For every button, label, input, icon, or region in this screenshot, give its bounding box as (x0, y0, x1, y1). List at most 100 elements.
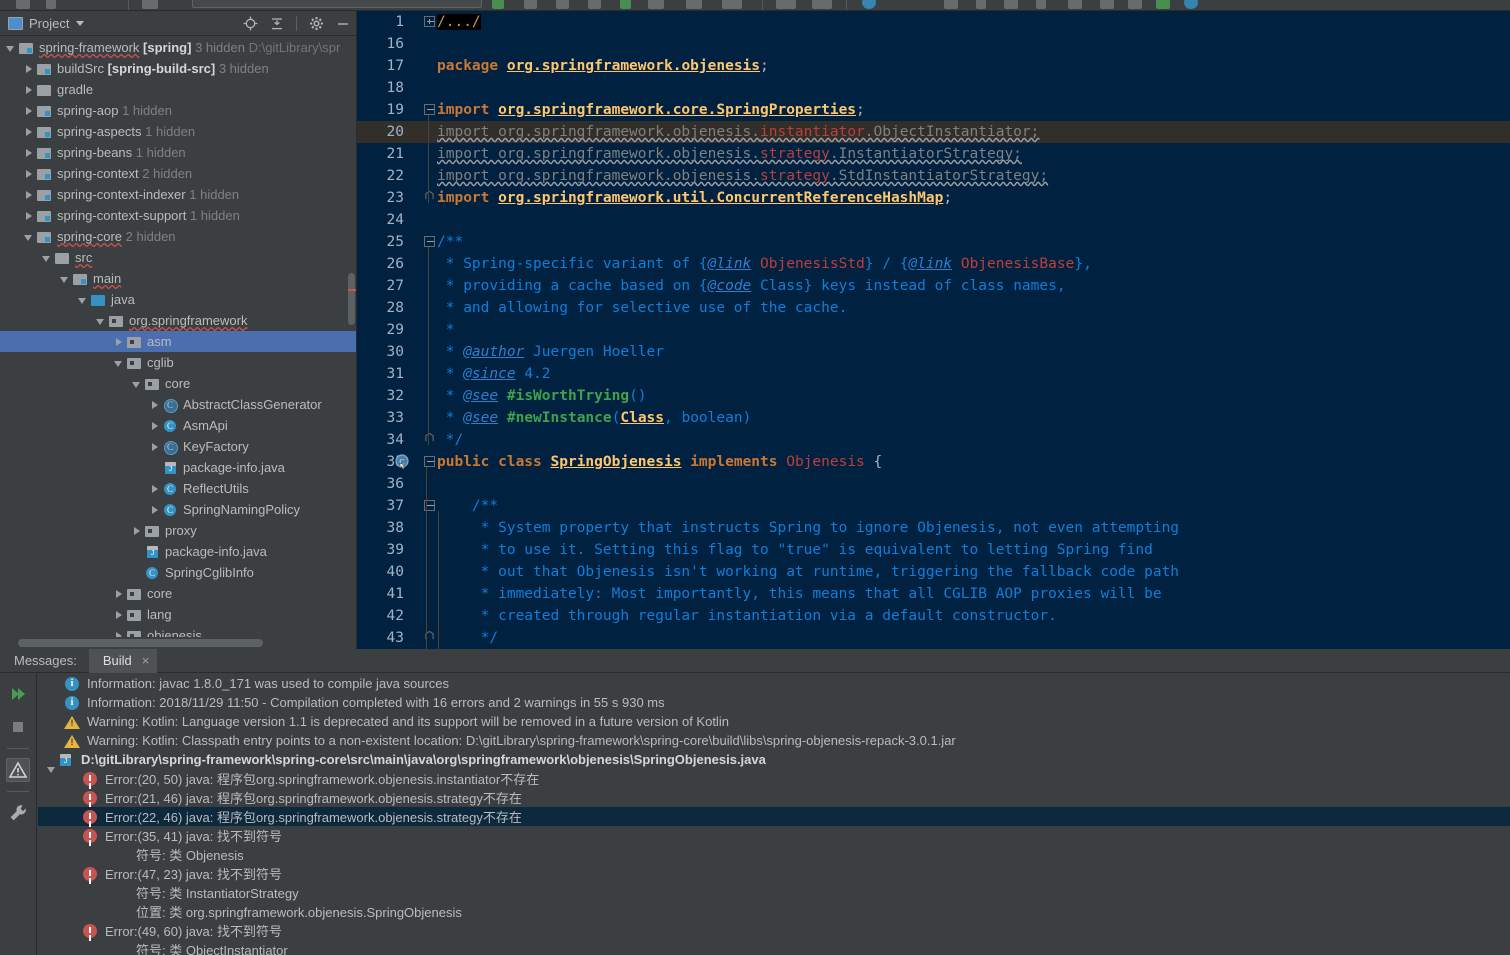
tree-node-asmapi[interactable]: AsmApi (0, 415, 356, 436)
tree-node-proxy[interactable]: proxy (0, 520, 356, 541)
collapse-arrow-icon[interactable] (114, 358, 124, 368)
build-message-row[interactable]: 符号: 类 Objenesis (38, 845, 1510, 864)
editor-line[interactable]: 30 * @author Juergen Hoeller (357, 341, 1510, 363)
collapse-arrow-icon[interactable] (132, 379, 142, 389)
editor-line[interactable]: 1 /.../ (357, 11, 1510, 33)
expand-arrow-icon[interactable] (24, 169, 34, 179)
build-message-row[interactable]: Information: 2018/11/29 11:50 - Compilat… (38, 693, 1510, 712)
code-editor[interactable]: 1 /.../ 16 17 package org.springframework.ob… (357, 11, 1510, 649)
expand-arrow-icon[interactable] (114, 589, 124, 599)
expand-arrow-icon[interactable] (24, 106, 34, 116)
tree-node-package-info-java[interactable]: package-info.java (0, 457, 356, 478)
tree-node-spring-context-support[interactable]: spring-context-support 1 hidden (0, 205, 356, 226)
editor-line[interactable]: 22 import org.springframework.objenesis.s… (357, 165, 1510, 187)
build-message-row[interactable]: 符号: 类 ObjectInstantiator (38, 940, 1510, 955)
toolbar-icon[interactable] (524, 0, 537, 9)
tree-node-keyfactory[interactable]: KeyFactory (0, 436, 356, 457)
expand-arrow-icon[interactable] (24, 211, 34, 221)
expand-arrow-icon[interactable] (24, 85, 34, 95)
collapse-arrow-icon[interactable] (60, 274, 70, 284)
toolbar-icon[interactable] (16, 0, 30, 9)
editor-line[interactable]: 39 * to use it. Setting this flag to "tr… (357, 539, 1510, 561)
tree-node-core[interactable]: core (0, 583, 356, 604)
tree-node-springcglibinfo[interactable]: SpringCglibInfo (0, 562, 356, 583)
tree-node-spring-framework[interactable]: spring-framework [spring] 3 hidden D:\gi… (0, 37, 356, 58)
class-marker-icon[interactable]: C (395, 454, 411, 470)
build-message-row[interactable]: Warning: Kotlin: Classpath entry points … (38, 731, 1510, 750)
expand-arrow-icon[interactable] (150, 484, 160, 494)
editor-line[interactable]: 43 */ (357, 627, 1510, 649)
toolbar-icon[interactable] (46, 0, 56, 9)
tree-node-spring-aspects[interactable]: spring-aspects 1 hidden (0, 121, 356, 142)
toolbar-icon[interactable] (142, 0, 158, 9)
expand-arrow-icon[interactable] (24, 148, 34, 158)
build-message-row[interactable]: Error:(47, 23) java: 找不到符号 (38, 864, 1510, 883)
tree-node-reflectutils[interactable]: ReflectUtils (0, 478, 356, 499)
build-message-row[interactable]: 位置: 类 org.springframework.objenesis.Spri… (38, 902, 1510, 921)
run-button-icon[interactable] (492, 0, 504, 9)
editor-line[interactable]: 33 * @see #newInstance(Class, boolean) (357, 407, 1510, 429)
close-icon[interactable]: × (142, 654, 150, 667)
tree-node-src[interactable]: src (0, 247, 356, 268)
hide-panel-icon[interactable] (336, 17, 350, 31)
expand-arrow-icon[interactable] (24, 64, 34, 74)
editor-line[interactable]: 26 * Spring-specific variant of {@link O… (357, 253, 1510, 275)
collapse-arrow-icon[interactable] (6, 43, 16, 53)
collapse-all-icon[interactable] (270, 17, 284, 31)
editor-line[interactable]: 41 * immediately: Most importantly, this… (357, 583, 1510, 605)
build-message-row[interactable]: Information: javac 1.8.0_171 was used to… (38, 674, 1510, 693)
toolbar-icon[interactable] (976, 0, 986, 9)
stop-icon[interactable] (6, 715, 30, 739)
build-message-row[interactable]: 符号: 类 InstantiatorStrategy (38, 883, 1510, 902)
fold-collapse-icon[interactable] (423, 99, 437, 121)
toolbar-icon[interactable] (776, 0, 796, 9)
toolbar-icon[interactable] (588, 0, 601, 9)
editor-line[interactable]: 16 (357, 33, 1510, 55)
toolbar-icon[interactable] (1100, 0, 1114, 9)
build-message-row[interactable]: Error:(35, 41) java: 找不到符号 (38, 826, 1510, 845)
warnings-filter-icon[interactable] (6, 758, 30, 782)
expand-arrow-icon[interactable] (24, 127, 34, 137)
editor-line[interactable]: 24 (357, 209, 1510, 231)
editor-line[interactable]: 35 Cpublic class SpringObjenesis implemen… (357, 451, 1510, 473)
editor-line[interactable]: 32 * @see #isWorthTrying() (357, 385, 1510, 407)
tree-vertical-scrollbar[interactable] (348, 273, 355, 325)
tree-node-spring-context-indexer[interactable]: spring-context-indexer 1 hidden (0, 184, 356, 205)
editor-line[interactable]: 36 (357, 473, 1510, 495)
tree-node-spring-beans[interactable]: spring-beans 1 hidden (0, 142, 356, 163)
toolbar-icon[interactable] (648, 0, 664, 9)
tree-node-spring-context[interactable]: spring-context 2 hidden (0, 163, 356, 184)
expand-arrow-icon[interactable] (150, 505, 160, 515)
fold-collapse-icon[interactable] (423, 231, 437, 253)
gear-icon[interactable] (309, 16, 324, 31)
toolbar-icon[interactable] (862, 0, 876, 9)
toolbar-icon[interactable] (1004, 0, 1018, 9)
tree-node-springnamingpolicy[interactable]: SpringNamingPolicy (0, 499, 356, 520)
expand-arrow-icon[interactable] (114, 631, 124, 637)
tree-node-package-info-java[interactable]: package-info.java (0, 541, 356, 562)
editor-line[interactable]: 28 * and allowing for selective use of t… (357, 297, 1510, 319)
expand-arrow-icon[interactable] (150, 442, 160, 452)
editor-line[interactable]: 18 (357, 77, 1510, 99)
editor-line[interactable]: 34 */ (357, 429, 1510, 451)
editor-line[interactable]: 38 * System property that instructs Spri… (357, 517, 1510, 539)
toolbar-icon[interactable] (1156, 0, 1170, 9)
toolbar-icon[interactable] (686, 0, 702, 9)
toolbar-icon[interactable] (722, 0, 742, 9)
help-icon[interactable] (1184, 0, 1198, 9)
project-tree[interactable]: spring-framework [spring] 3 hidden D:\gi… (0, 37, 356, 637)
expand-arrow-icon[interactable] (150, 421, 160, 431)
locate-icon[interactable] (243, 16, 258, 31)
editor-line[interactable]: 20 import org.springframework.objenesis.i… (357, 121, 1510, 143)
tree-node-cglib[interactable]: cglib (0, 352, 356, 373)
editor-line[interactable]: 31 * @since 4.2 (357, 363, 1510, 385)
tree-node-gradle[interactable]: gradle (0, 79, 356, 100)
toolbar-icon[interactable] (812, 0, 832, 9)
toolbar-icon[interactable] (1128, 0, 1142, 9)
main-toolbar[interactable] (0, 0, 1510, 11)
messages-vertical-scrollbar[interactable] (1498, 674, 1508, 955)
build-message-row[interactable]: D:\gitLibrary\spring-framework\spring-co… (38, 750, 1510, 773)
editor-line[interactable]: 21 import org.springframework.objenesis.s… (357, 143, 1510, 165)
toolbar-icon[interactable] (1036, 0, 1046, 9)
expand-arrow-icon[interactable] (24, 190, 34, 200)
